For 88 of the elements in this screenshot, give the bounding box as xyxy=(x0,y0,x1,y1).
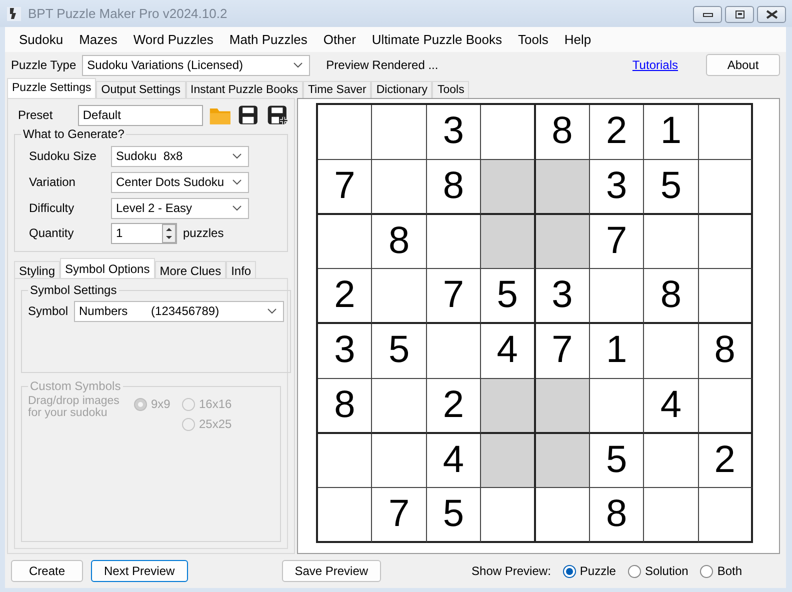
grid-cell: 8 xyxy=(698,324,753,379)
grid-cell: 8 xyxy=(644,269,699,324)
close-button[interactable] xyxy=(757,6,786,23)
field-label: Difficulty xyxy=(28,201,76,215)
menu-item[interactable]: Help xyxy=(556,32,600,47)
grid-cell: 2 xyxy=(698,434,753,488)
tab[interactable]: Symbol Options xyxy=(60,258,155,278)
grid-cell: 4 xyxy=(426,434,482,488)
grid-cell: 5 xyxy=(426,488,482,543)
tab[interactable]: More Clues xyxy=(154,261,226,278)
save-icon[interactable] xyxy=(237,103,260,127)
grid-cell: 5 xyxy=(644,160,699,214)
preset-label: Preset xyxy=(17,108,54,122)
grid-cell: 3 xyxy=(536,269,590,324)
create-button[interactable]: Create xyxy=(11,560,83,582)
hint-text: Drag/drop images for your sudoku xyxy=(28,395,120,421)
grid-cell: 7 xyxy=(536,324,590,379)
preset-field[interactable]: Default xyxy=(78,104,204,126)
app-logo-icon xyxy=(6,6,22,22)
radio-option[interactable]: Puzzle xyxy=(562,564,616,578)
grid-cell: 7 xyxy=(590,214,644,270)
tab[interactable]: Styling xyxy=(14,261,60,278)
grid-cell: 4 xyxy=(481,324,536,379)
grid-cell: 7 xyxy=(318,160,372,214)
tab[interactable]: Tools xyxy=(432,81,470,98)
grid-cell: 2 xyxy=(426,378,482,434)
tab[interactable]: Dictionary xyxy=(371,81,432,98)
about-button[interactable]: About xyxy=(706,54,780,76)
close-icon xyxy=(766,10,778,19)
grid-cell: 3 xyxy=(426,105,482,160)
radio-option[interactable]: Solution xyxy=(628,564,688,578)
field-label: Sudoku Size xyxy=(28,149,98,163)
tab[interactable]: Output Settings xyxy=(96,81,186,98)
window-title: BPT Puzzle Maker Pro v2024.10.2 xyxy=(28,6,228,21)
dropdown[interactable]: Sudoku 8x8 xyxy=(111,146,249,166)
tab[interactable]: Info xyxy=(226,261,256,278)
next-preview-button[interactable]: Next Preview xyxy=(91,560,188,582)
grid-cell: 8 xyxy=(590,488,644,543)
grid-cell: 2 xyxy=(318,269,372,324)
grid-cell: 5 xyxy=(590,434,644,488)
menu-item[interactable]: Sudoku xyxy=(11,32,72,47)
quantity-unit: puzzles xyxy=(183,226,224,240)
grid-cell: 1 xyxy=(644,105,699,160)
save-as-icon[interactable] xyxy=(266,103,288,127)
grid-cell: 8 xyxy=(536,105,590,160)
menu-item[interactable]: Math Puzzles xyxy=(221,32,316,47)
group-title: What to Generate? xyxy=(22,127,126,141)
maximize-button[interactable] xyxy=(725,6,754,23)
field-label: Symbol xyxy=(28,304,68,318)
status-text: Preview Rendered ... xyxy=(326,58,440,72)
tab[interactable]: Time Saver xyxy=(302,81,372,98)
grid-cell: 7 xyxy=(426,269,482,324)
show-preview-label: Show Preview: xyxy=(472,564,551,578)
tutorials-link[interactable]: Tutorials xyxy=(632,58,678,72)
minimize-button[interactable] xyxy=(693,6,722,23)
dropdown[interactable]: Level 2 - Easy xyxy=(111,198,249,218)
dropdown[interactable]: Center Dots Sudoku xyxy=(111,172,249,192)
symbol-dropdown[interactable]: Numbers (123456789) xyxy=(74,300,284,322)
grid-cell: 1 xyxy=(590,324,644,379)
puzzle-type-dropdown[interactable]: Sudoku Variations (Licensed) xyxy=(82,54,310,76)
menu-item[interactable]: Tools xyxy=(510,32,556,47)
field-label: Quantity xyxy=(28,226,75,240)
maximize-icon xyxy=(734,10,744,19)
group-title: Custom Symbols xyxy=(29,379,122,393)
grid-cell: 5 xyxy=(372,324,427,379)
spinner-arrows-icon[interactable] xyxy=(162,224,176,242)
grid-cell: 2 xyxy=(590,105,644,160)
grid-cell: 3 xyxy=(318,324,372,379)
group-title: Symbol Settings xyxy=(29,283,118,297)
grid-cell: 5 xyxy=(481,269,536,324)
menu-item[interactable]: Other xyxy=(315,32,364,47)
menu-item[interactable]: Word Puzzles xyxy=(125,32,222,47)
field-label: Variation xyxy=(28,175,76,189)
save-preview-button[interactable]: Save Preview xyxy=(282,560,382,582)
grid-cell: 7 xyxy=(372,488,427,543)
menu-item[interactable]: Ultimate Puzzle Books xyxy=(364,32,510,47)
grid-cell: 8 xyxy=(372,214,427,270)
tab[interactable]: Instant Puzzle Books xyxy=(186,81,303,98)
grid-cell: 4 xyxy=(644,378,699,434)
radio-option[interactable]: Both xyxy=(700,564,742,578)
tab[interactable]: Puzzle Settings xyxy=(7,78,96,98)
grid-cell: 8 xyxy=(426,160,482,214)
quantity-spinner[interactable]: 1 xyxy=(111,222,177,244)
grid-cell: 8 xyxy=(318,378,372,434)
minimize-icon xyxy=(702,12,712,18)
puzzle-type-label: Puzzle Type xyxy=(11,58,76,72)
menu-item[interactable]: Mazes xyxy=(71,32,126,47)
grid-cell: 3 xyxy=(590,160,644,214)
